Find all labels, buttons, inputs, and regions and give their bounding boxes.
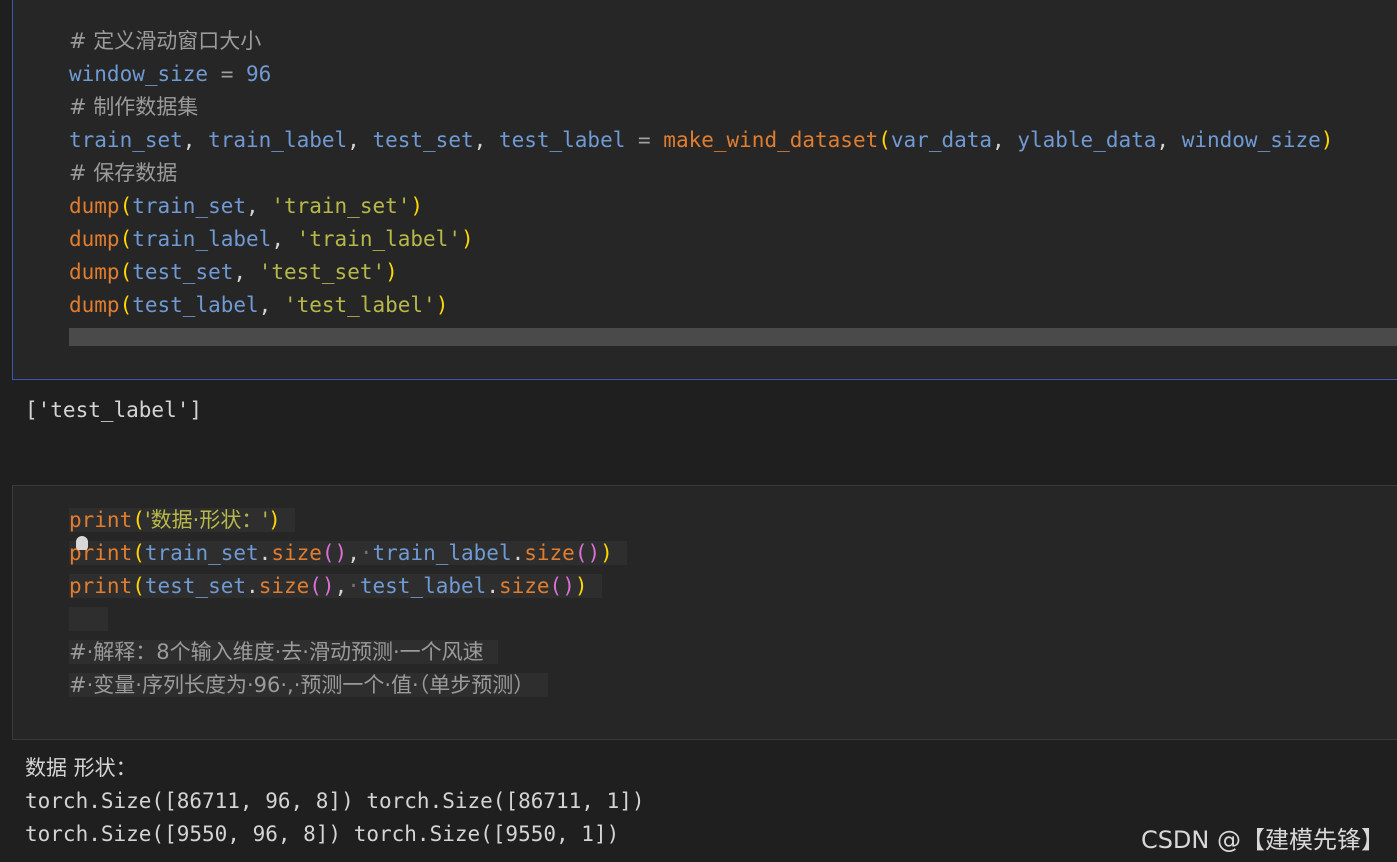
function-name: dump bbox=[69, 293, 120, 317]
code-line-4: train_set, train_label, test_set, test_l… bbox=[69, 128, 1334, 152]
code-line-3: # 制作数据集 bbox=[69, 91, 1333, 124]
function-name: dump bbox=[69, 227, 120, 251]
code-editor[interactable]: print('数据·形状：') print(train_set.size(),·t… bbox=[69, 504, 627, 702]
number-literal: 96 bbox=[246, 62, 272, 86]
cell-output-2: 数据 形状： torch.Size([86711, 96, 8]) torch.S… bbox=[25, 752, 645, 851]
output-line: torch.Size([9550, 96, 8]) torch.Size([95… bbox=[25, 822, 620, 846]
comment: # 定义滑动窗口大小 bbox=[69, 29, 262, 53]
code-line-7: dump(train_label, 'train_label') bbox=[69, 227, 474, 251]
string-literal: 'train_set' bbox=[271, 194, 411, 218]
variable: train_set bbox=[69, 128, 183, 152]
variable: train_label bbox=[372, 541, 512, 565]
argument: window_size bbox=[1181, 128, 1321, 152]
cell-output-1: ['test_label'] bbox=[25, 398, 203, 422]
string-literal: 'test_label' bbox=[283, 293, 436, 317]
output-line: 数据 形状： bbox=[25, 756, 137, 780]
variable: test_set bbox=[144, 574, 247, 598]
code-line-5: # 保存数据 bbox=[69, 157, 1333, 190]
code-line-6: dump(train_set, 'train_set') bbox=[69, 194, 424, 218]
variable: train_set bbox=[144, 541, 259, 565]
comment: #·变量·序列长度为·96·,·预测一个·值·（单步预测） bbox=[69, 673, 535, 697]
variable: test_set bbox=[372, 128, 474, 152]
method-name: size bbox=[271, 541, 322, 565]
code-cell-2[interactable]: print('数据·形状：') print(train_set.size(),·t… bbox=[12, 485, 1397, 740]
string-literal: 'test_set' bbox=[258, 260, 386, 284]
argument: var_data bbox=[890, 128, 993, 152]
code-line-9: dump(test_label, 'test_label') bbox=[69, 293, 449, 317]
comment: #·解释：8个输入维度·去·滑动预测·一个风速 bbox=[69, 640, 484, 664]
code-line-1: print('数据·形状：') bbox=[69, 504, 627, 537]
function-name: dump bbox=[69, 260, 120, 284]
code-line-4 bbox=[69, 603, 627, 636]
argument: train_set bbox=[132, 194, 247, 218]
string-literal: '数据·形状：' bbox=[144, 508, 269, 532]
function-name: dump bbox=[69, 194, 120, 218]
code-line-6: #·变量·序列长度为·96·,·预测一个·值·（单步预测） bbox=[69, 669, 627, 702]
method-name: size bbox=[524, 541, 575, 565]
watermark: CSDN @【建模先锋】 bbox=[1140, 826, 1385, 854]
argument: ylable_data bbox=[1017, 128, 1157, 152]
code-editor[interactable]: # 定义滑动窗口大小 window_size = 96 # 制作数据集 train_s… bbox=[69, 25, 1333, 322]
code-line-5: #·解释：8个输入维度·去·滑动预测·一个风速 bbox=[69, 636, 627, 669]
string-literal: 'train_label' bbox=[296, 227, 461, 251]
comment: # 制作数据集 bbox=[69, 95, 199, 119]
output-line: torch.Size([86711, 96, 8]) torch.Size([8… bbox=[25, 789, 645, 813]
argument: test_set bbox=[132, 260, 234, 284]
method-name: size bbox=[498, 574, 550, 598]
code-line-1: # 定义滑动窗口大小 bbox=[69, 25, 1333, 58]
lightbulb-icon[interactable] bbox=[76, 536, 88, 550]
code-line-2: print(train_set.size(),·train_label.size… bbox=[69, 537, 627, 570]
variable: test_label bbox=[359, 574, 487, 598]
comment: # 保存数据 bbox=[69, 161, 178, 185]
code-line-3: print(test_set.size(),·test_label.size()… bbox=[69, 570, 627, 603]
variable: test_label bbox=[498, 128, 626, 152]
variable: window_size bbox=[69, 62, 209, 86]
code-line-2: window_size = 96 bbox=[69, 62, 272, 86]
horizontal-scrollbar[interactable] bbox=[69, 328, 1397, 346]
argument: train_label bbox=[132, 227, 272, 251]
method-name: size bbox=[258, 574, 310, 598]
code-line-8: dump(test_set, 'test_set') bbox=[69, 260, 398, 284]
function-name: print bbox=[69, 508, 133, 532]
code-cell-1[interactable]: # 定义滑动窗口大小 window_size = 96 # 制作数据集 train_s… bbox=[12, 0, 1397, 380]
variable: train_label bbox=[208, 128, 348, 152]
argument: test_label bbox=[132, 293, 259, 317]
function-name: print bbox=[69, 574, 133, 598]
function-name: make_wind_dataset bbox=[663, 128, 879, 152]
